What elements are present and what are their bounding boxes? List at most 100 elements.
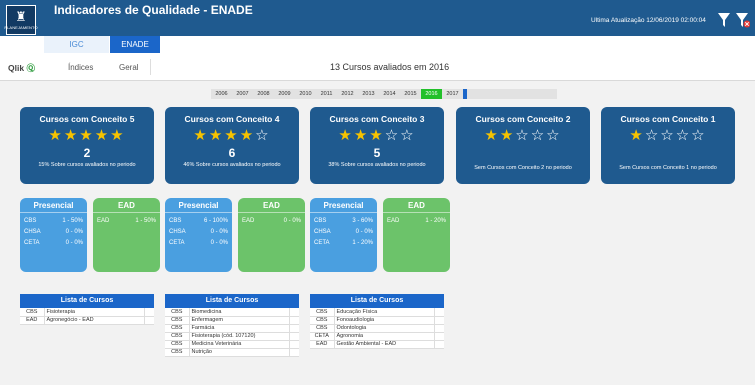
course-extra	[144, 308, 154, 317]
ead-panel: EAD EAD 0 - 0%	[238, 198, 305, 272]
course-list: Lista de Cursos CBS Fisioterapia EAD Agroneg…	[20, 294, 154, 325]
table-row[interactable]: CBS Fisioterapia	[20, 308, 154, 317]
star-filled-icon: ★	[193, 126, 209, 144]
course-extra	[289, 308, 299, 317]
card-note: Sem Cursos com Conceito 2 no periodo	[474, 165, 572, 171]
course-name: Enfermagem	[189, 316, 290, 325]
course-area: CBS	[310, 308, 335, 317]
presencial-panel: Presencial CBS 1 - 50% CHSA 0 - 0% CETA 0 - 0%	[20, 198, 87, 272]
table-row[interactable]: CBS Odontologia	[310, 324, 444, 333]
star-outline-icon: ☆	[644, 126, 661, 144]
clear-filter-icon[interactable]	[736, 12, 750, 28]
tab-enade[interactable]: ENADE	[110, 36, 160, 53]
year-2007[interactable]: 2007	[232, 89, 253, 99]
table-row[interactable]: CBS Enfermagem	[165, 316, 299, 325]
table-row[interactable]: EAD Agronegócio - EAD	[20, 316, 154, 325]
course-extra	[289, 324, 299, 333]
panel-row: EAD 1 - 20%	[383, 218, 450, 224]
star-filled-icon: ★	[208, 126, 225, 144]
year-2013[interactable]: 2013	[358, 89, 379, 99]
course-list: Lista de Cursos CBS Educação Física CBS Fono…	[310, 294, 444, 349]
table-row[interactable]: CBS Fonoaudiologia	[310, 316, 444, 325]
course-name: Nutrição	[189, 348, 290, 357]
panel-row: CHSA 0 - 0%	[165, 229, 232, 235]
divider	[383, 212, 450, 213]
divider	[238, 212, 305, 213]
card-note: 15% Sobre cursos avaliados no periodo	[38, 162, 136, 168]
course-area: CBS	[310, 316, 335, 325]
year-2006[interactable]: 2006	[211, 89, 232, 99]
table-row[interactable]: CBS Biomedicina	[165, 308, 299, 317]
course-extra	[434, 324, 444, 333]
panel-row: CETA 0 - 0%	[20, 240, 87, 246]
area-label: CETA	[314, 240, 330, 246]
card-note: 46% Sobre cursos avaliados no periodo	[183, 162, 281, 168]
last-update-text: Ultima Atualização 12/06/2019 02:00:04	[591, 17, 706, 24]
course-list: Lista de Cursos CBS Biomedicina CBS Enfermag…	[165, 294, 299, 357]
year-2011[interactable]: 2011	[316, 89, 337, 99]
concept-card-3: Cursos com Conceito 3 ★★★☆☆ 5 38% Sobre cur…	[310, 107, 444, 184]
area-value: 0 - 0%	[355, 229, 373, 235]
star-outline-icon: ☆	[515, 126, 531, 144]
area-value: 0 - 0%	[283, 218, 301, 224]
course-area: CBS	[20, 308, 45, 317]
main-title: 13 Cursos avaliados em 2016	[330, 62, 450, 72]
logo: ♜ PLANEJAMENTO	[4, 5, 38, 35]
course-extra	[289, 340, 299, 349]
concept-card-2: Cursos com Conceito 2 ★★☆☆☆ Sem Cursos com…	[456, 107, 590, 184]
course-extra	[144, 316, 154, 325]
rating-stars: ★★★★☆	[165, 126, 299, 144]
qlik-logo[interactable]: Qlik Ⓠ	[8, 62, 35, 74]
year-2015[interactable]: 2015	[400, 89, 421, 99]
area-label: CHSA	[169, 229, 186, 235]
tab-bar: IGC ENADE	[0, 36, 755, 53]
panel-row: CBS 6 - 100%	[165, 218, 232, 224]
table-row[interactable]: CBS Nutrição	[165, 348, 299, 357]
logo-mark-icon: ♜	[15, 9, 27, 25]
course-name: Agronomia	[334, 332, 435, 341]
course-list-header: Lista de Cursos	[20, 294, 154, 308]
course-area: CBS	[165, 316, 190, 325]
course-list-header: Lista de Cursos	[310, 294, 444, 308]
course-extra	[434, 316, 444, 325]
nav-geral[interactable]: Geral	[119, 63, 139, 72]
top-bar: ♜ PLANEJAMENTO Indicadores de Qualidade …	[0, 0, 755, 36]
panel-row: CETA 1 - 20%	[310, 240, 377, 246]
star-outline-icon: ☆	[255, 126, 271, 144]
tab-igc[interactable]: IGC	[44, 36, 109, 53]
year-2008[interactable]: 2008	[253, 89, 274, 99]
panel-title: EAD	[263, 201, 280, 210]
area-label: CHSA	[314, 229, 331, 235]
area-value: 1 - 20%	[425, 218, 446, 224]
table-row[interactable]: CBS Educação Física	[310, 308, 444, 317]
table-row[interactable]: CBS Fisioterapia (cód. 107120)	[165, 332, 299, 341]
panel-row: CBS 3 - 60%	[310, 218, 377, 224]
course-name: Fonoaudiologia	[334, 316, 435, 325]
area-label: CBS	[24, 218, 37, 224]
concept-card-4: Cursos com Conceito 4 ★★★★☆ 6 46% Sobre cur…	[165, 107, 299, 184]
area-label: CBS	[169, 218, 182, 224]
year-2016[interactable]: 2016	[421, 89, 442, 99]
year-2012[interactable]: 2012	[337, 89, 358, 99]
divider	[93, 212, 160, 213]
panel-row: EAD 0 - 0%	[238, 218, 305, 224]
ead-panel: EAD EAD 1 - 20%	[383, 198, 450, 272]
card-title: Cursos com Conceito 2	[475, 114, 571, 124]
year-2017[interactable]: 2017	[442, 89, 463, 99]
table-row[interactable]: CBS Medicina Veterinária	[165, 340, 299, 349]
star-filled-icon: ★	[110, 126, 126, 144]
course-name: Gestão Ambiental - EAD	[334, 340, 435, 349]
year-2010[interactable]: 2010	[295, 89, 316, 99]
year-2014[interactable]: 2014	[379, 89, 400, 99]
panel-title: Presencial	[33, 201, 74, 210]
year-2009[interactable]: 2009	[274, 89, 295, 99]
table-row[interactable]: CETA Agronomia	[310, 332, 444, 341]
page-title: Indicadores de Qualidade - ENADE	[54, 3, 253, 17]
table-row[interactable]: EAD Gestão Ambiental - EAD	[310, 340, 444, 349]
table-row[interactable]: CBS Farmácia	[165, 324, 299, 333]
sub-navigation: Qlik Ⓠ Índices Geral 13 Cursos avaliados…	[0, 53, 755, 81]
nav-indices[interactable]: Índices	[68, 63, 93, 72]
course-area: CBS	[165, 332, 190, 341]
filter-icon[interactable]	[718, 12, 730, 28]
divider	[20, 212, 87, 213]
